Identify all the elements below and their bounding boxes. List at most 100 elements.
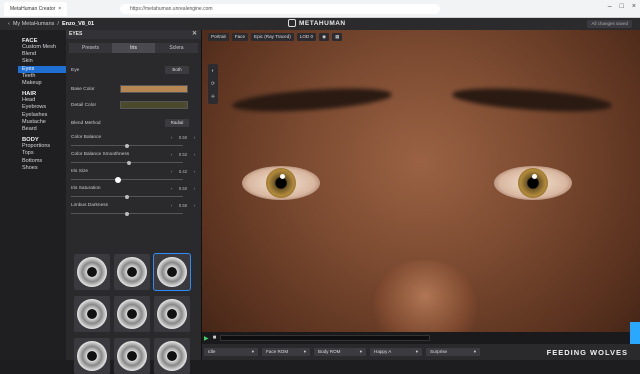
breadcrumb-home[interactable]: My MetaHumans xyxy=(13,21,55,27)
portrait-button[interactable]: Portrait xyxy=(208,33,229,41)
decrement-icon[interactable]: ‹ xyxy=(171,152,172,158)
iris-preset[interactable] xyxy=(153,253,191,291)
watermark: FEEDING WOLVES xyxy=(546,348,628,357)
slider-knob[interactable] xyxy=(125,211,129,216)
play-icon[interactable]: ▶ xyxy=(204,335,209,342)
iris-thumbnail xyxy=(117,257,147,287)
slider-value[interactable]: ‹ 0.50 › xyxy=(171,203,195,209)
slider-knob[interactable] xyxy=(115,176,122,183)
close-window-icon[interactable]: × xyxy=(632,3,636,10)
animation-happy-a[interactable]: Happy A ▾ xyxy=(370,348,422,356)
detail-color-swatch[interactable] xyxy=(120,101,188,109)
blend-method-select[interactable]: Radial xyxy=(165,119,189,127)
maximize-icon[interactable]: □ xyxy=(620,3,624,10)
browser-tab[interactable]: MetaHuman Creator × xyxy=(4,1,68,16)
metahuman-logo-icon xyxy=(288,19,296,27)
base-color-label: Base Color xyxy=(71,87,95,92)
increment-icon[interactable]: › xyxy=(194,135,195,141)
iris-thumbnail xyxy=(77,341,107,371)
sidebar-item-beard[interactable]: Beard xyxy=(22,126,66,133)
sidebar-item-makeup[interactable]: Makeup xyxy=(22,80,66,87)
sidebar-item-skin[interactable]: Skin xyxy=(22,58,66,65)
slider-value[interactable]: ‹ 0.50 › xyxy=(171,135,195,141)
slider-knob[interactable] xyxy=(125,194,129,199)
render-quality-button[interactable]: Epic (Ray Traced) xyxy=(251,33,294,41)
sidebar-item-head[interactable]: Head xyxy=(22,97,66,104)
increment-icon[interactable]: › xyxy=(194,203,195,209)
sidebar-item-bottoms[interactable]: Bottoms xyxy=(22,158,66,165)
face-button[interactable]: Face xyxy=(231,33,249,41)
viewport[interactable]: Portrait Face Epic (Ray Traced) LOD 0 ◉ … xyxy=(202,30,640,360)
tab-iris[interactable]: Iris xyxy=(112,43,155,53)
timeline-scrubber[interactable] xyxy=(220,335,431,341)
animation-idle[interactable]: Idle ▾ xyxy=(204,348,258,356)
sidebar-item-blend[interactable]: Blend xyxy=(22,51,66,58)
grid-icon[interactable]: ▦ xyxy=(332,33,343,41)
iris-thumbnail xyxy=(117,299,147,329)
minimize-icon[interactable]: – xyxy=(608,3,612,10)
detail-color-label: Detail Color xyxy=(71,103,97,108)
move-icon[interactable]: ✛ xyxy=(211,94,215,100)
tab-sclera[interactable]: Sclera xyxy=(155,43,198,53)
light-icon[interactable]: ◐ xyxy=(211,68,214,74)
iris-preset[interactable] xyxy=(74,338,110,374)
increment-icon[interactable]: › xyxy=(194,186,195,192)
eye-select[interactable]: Both xyxy=(165,66,189,74)
increment-icon[interactable]: › xyxy=(194,169,195,175)
increment-icon[interactable]: › xyxy=(194,152,195,158)
timeline: ▶ ■ xyxy=(202,332,640,344)
slider-value[interactable]: ‹ 0.52 › xyxy=(171,152,195,158)
slider-value[interactable]: ‹ 0.50 › xyxy=(171,186,195,192)
sidebar-item-eyebrows[interactable]: Eyebrows xyxy=(22,104,66,111)
rotate-icon[interactable]: ⟳ xyxy=(211,81,215,87)
logo: METAHUMAN xyxy=(288,19,346,27)
browser-bar: MetaHuman Creator × https://metahuman.un… xyxy=(0,0,640,18)
iris-preset[interactable] xyxy=(154,296,190,332)
animation-surprise[interactable]: Surprise ▾ xyxy=(426,348,480,356)
iris-preset[interactable] xyxy=(114,296,150,332)
iris-thumbnail xyxy=(117,341,147,371)
iris-preset[interactable] xyxy=(114,254,150,290)
slider-value[interactable]: ‹ 0.42 › xyxy=(171,169,195,175)
decrement-icon[interactable]: ‹ xyxy=(171,203,172,209)
sidebar-item-teeth[interactable]: Teeth xyxy=(22,73,66,80)
side-tab[interactable] xyxy=(630,322,640,344)
sidebar-item-mustache[interactable]: Mustache xyxy=(22,119,66,126)
sidebar-item-custom-mesh[interactable]: Custom Mesh xyxy=(22,44,66,51)
sidebar-item-tops[interactable]: Tops xyxy=(22,150,66,157)
base-color-swatch[interactable] xyxy=(120,85,188,93)
animation-face-rom[interactable]: Face ROM ▾ xyxy=(262,348,310,356)
breadcrumb-current[interactable]: Enzo_V8_01 xyxy=(62,21,94,27)
iris-preset[interactable] xyxy=(74,254,110,290)
address-bar[interactable]: https://metahuman.unrealengine.com xyxy=(120,4,440,14)
iris-thumbnail xyxy=(77,257,107,287)
decrement-icon[interactable]: ‹ xyxy=(171,186,172,192)
iris-preset[interactable] xyxy=(154,338,190,374)
slider-knob[interactable] xyxy=(125,143,129,148)
iris-preset[interactable] xyxy=(74,296,110,332)
sidebar-item-proportions[interactable]: Proportions xyxy=(22,143,66,150)
decrement-icon[interactable]: ‹ xyxy=(171,135,172,141)
viewport-toolbar: Portrait Face Epic (Ray Traced) LOD 0 ◉ … xyxy=(208,33,343,41)
window-controls: – □ × xyxy=(608,3,636,10)
slider-track[interactable] xyxy=(71,179,183,180)
panel-tabs: Presets Iris Sclera xyxy=(69,43,198,53)
sidebar-item-eyelashes[interactable]: Eyelashes xyxy=(22,112,66,119)
animation-body-rom[interactable]: Body ROM ▾ xyxy=(314,348,366,356)
close-icon[interactable]: × xyxy=(58,6,61,12)
close-panel-icon[interactable]: ✕ xyxy=(192,30,197,39)
sidebar-item-eyes[interactable]: Eyes xyxy=(18,65,66,73)
iris-preset[interactable] xyxy=(114,338,150,374)
decrement-icon[interactable]: ‹ xyxy=(171,169,172,175)
sidebar-item-shoes[interactable]: Shoes xyxy=(22,165,66,172)
back-icon[interactable]: ‹ xyxy=(8,21,10,27)
camera-icon[interactable]: ◉ xyxy=(319,33,330,41)
lod-button[interactable]: LOD 0 xyxy=(296,33,317,41)
tab-presets[interactable]: Presets xyxy=(69,43,112,53)
tab-title: MetaHuman Creator xyxy=(10,5,56,12)
eyes-panel: EYES ✕ Presets Iris Sclera Eye Both Base… xyxy=(66,30,202,374)
chevron-down-icon: ▾ xyxy=(359,349,362,354)
chevron-down-icon: ▾ xyxy=(303,349,306,354)
stop-icon[interactable]: ■ xyxy=(213,335,217,341)
slider-knob[interactable] xyxy=(127,160,132,165)
